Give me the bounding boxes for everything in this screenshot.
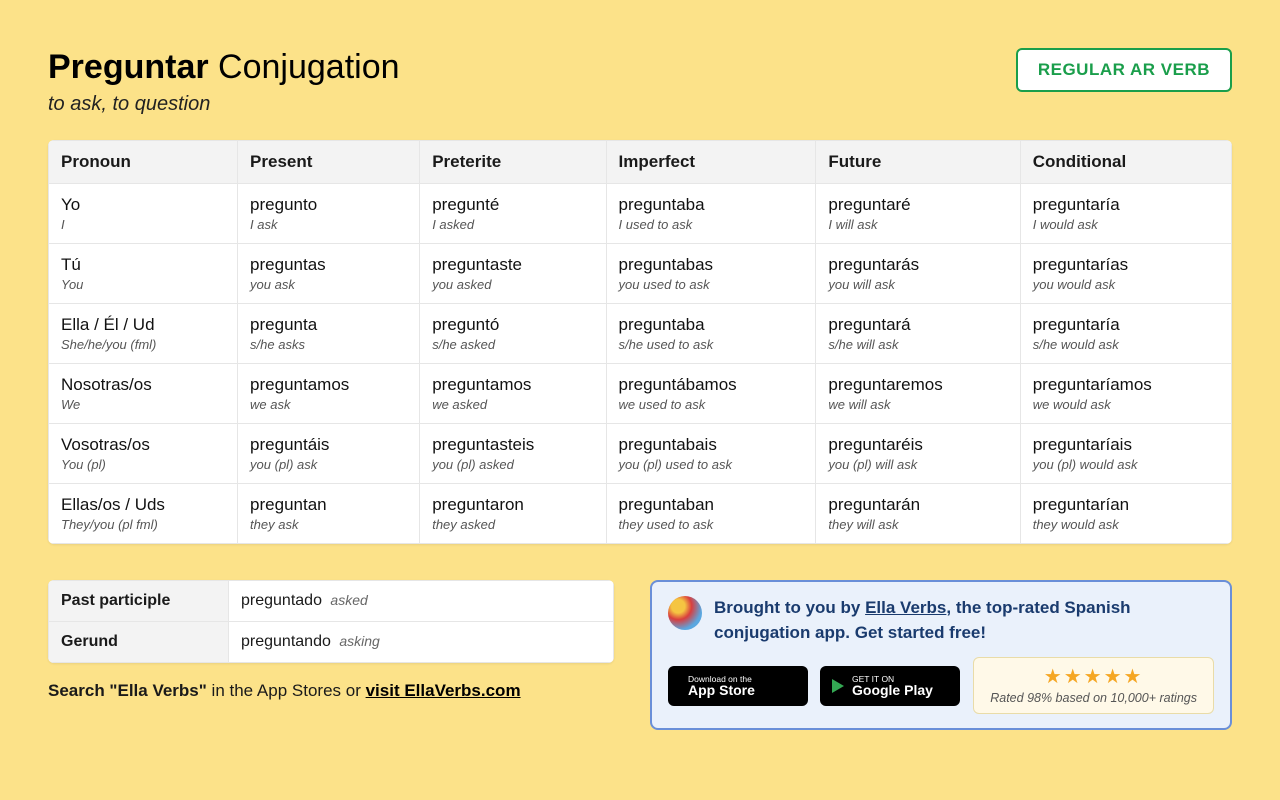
verb-name: Preguntar	[48, 48, 209, 86]
column-header: Imperfect	[606, 141, 816, 184]
table-row: Gerund preguntando asking	[49, 622, 614, 663]
conjugation-cell: preguntábamoswe used to ask	[606, 364, 816, 424]
play-icon	[832, 679, 844, 693]
past-participle-value: preguntado asked	[229, 581, 614, 622]
search-note: Search "Ella Verbs" in the App Stores or…	[48, 681, 614, 701]
conjugation-cell: preguntaríaisyou (pl) would ask	[1020, 424, 1231, 484]
conjugation-cell: preguntaránthey will ask	[816, 484, 1020, 544]
table-row: Vosotras/osYou (pl)preguntáisyou (pl) as…	[49, 424, 1232, 484]
promo-text: Brought to you by Ella Verbs, the top-ra…	[714, 596, 1214, 645]
column-header: Preterite	[420, 141, 606, 184]
conjugation-cell: preguntaronthey asked	[420, 484, 606, 544]
table-row: Ellas/os / UdsThey/you (pl fml)preguntan…	[49, 484, 1232, 544]
conjugation-cell: preguntasteisyou (pl) asked	[420, 424, 606, 484]
left-column: Past participle preguntado asked Gerund …	[48, 580, 614, 701]
conjugation-cell: preguntabaisyou (pl) used to ask	[606, 424, 816, 484]
conjugation-cell: preguntanthey ask	[238, 484, 420, 544]
google-play-button[interactable]: GET IT ONGoogle Play	[820, 666, 960, 706]
app-logo-icon	[668, 596, 702, 630]
table-row: Ella / Él / UdShe/he/you (fml)preguntas/…	[49, 304, 1232, 364]
column-header: Present	[238, 141, 420, 184]
conjugation-cell: preguntamoswe asked	[420, 364, 606, 424]
ella-verbs-link[interactable]: Ella Verbs	[865, 598, 946, 617]
gerund-label: Gerund	[49, 622, 229, 663]
conjugation-cell: preguntabasyou used to ask	[606, 244, 816, 304]
conjugation-cell: preguntáisyou (pl) ask	[238, 424, 420, 484]
app-store-button[interactable]: Download on theApp Store	[668, 666, 808, 706]
table-row: TúYoupreguntasyou askpreguntasteyou aske…	[49, 244, 1232, 304]
star-icons: ★★★★★	[990, 664, 1197, 689]
conjugation-cell: Ellas/os / UdsThey/you (pl fml)	[49, 484, 238, 544]
rating-text: Rated 98% based on 10,000+ ratings	[990, 691, 1197, 705]
conjugation-cell: preguntaremoswe will ask	[816, 364, 1020, 424]
past-participle-label: Past participle	[49, 581, 229, 622]
search-rest: in the App Stores or	[207, 681, 366, 700]
column-header: Pronoun	[49, 141, 238, 184]
conjugation-cell: preguntarías/he would ask	[1020, 304, 1231, 364]
page-header: Preguntar Conjugation to ask, to questio…	[48, 48, 1232, 116]
title-block: Preguntar Conjugation to ask, to questio…	[48, 48, 400, 116]
table-row: YoIpreguntoI askpreguntéI askedpreguntab…	[49, 184, 1232, 244]
conjugation-cell: preguntaréisyou (pl) will ask	[816, 424, 1020, 484]
column-header: Conditional	[1020, 141, 1231, 184]
conjugation-cell: preguntasyou ask	[238, 244, 420, 304]
conjugation-cell: Nosotras/osWe	[49, 364, 238, 424]
promo-box: Brought to you by Ella Verbs, the top-ra…	[650, 580, 1232, 730]
conjugation-cell: preguntabas/he used to ask	[606, 304, 816, 364]
table-row: Nosotras/osWepreguntamoswe askpreguntamo…	[49, 364, 1232, 424]
conjugation-cell: YoI	[49, 184, 238, 244]
conjugation-cell: Vosotras/osYou (pl)	[49, 424, 238, 484]
conjugation-table: PronounPresentPreteriteImperfectFutureCo…	[48, 140, 1232, 544]
conjugation-cell: preguntarás/he will ask	[816, 304, 1020, 364]
conjugation-cell: preguntaríanthey would ask	[1020, 484, 1231, 544]
verb-type-badge: REGULAR AR VERB	[1016, 48, 1232, 92]
conjugation-cell: preguntéI asked	[420, 184, 606, 244]
conjugation-cell: preguntasteyou asked	[420, 244, 606, 304]
conjugation-cell: preguntaréI will ask	[816, 184, 1020, 244]
visit-link[interactable]: visit EllaVerbs.com	[366, 681, 521, 700]
promo-top: Brought to you by Ella Verbs, the top-ra…	[668, 596, 1214, 645]
verb-translation: to ask, to question	[48, 93, 400, 116]
page-title: Preguntar Conjugation	[48, 48, 400, 87]
conjugation-cell: preguntós/he asked	[420, 304, 606, 364]
conjugation-cell: preguntarásyou will ask	[816, 244, 1020, 304]
search-bold: Search "Ella Verbs"	[48, 681, 207, 700]
conjugation-cell: preguntaríasyou would ask	[1020, 244, 1231, 304]
bottom-section: Past participle preguntado asked Gerund …	[48, 580, 1232, 730]
conjugation-cell: preguntamoswe ask	[238, 364, 420, 424]
conjugation-cell: preguntaríaI would ask	[1020, 184, 1231, 244]
conjugation-cell: preguntas/he asks	[238, 304, 420, 364]
conjugation-cell: TúYou	[49, 244, 238, 304]
promo-buttons: Download on theApp Store GET IT ONGoogle…	[668, 657, 1214, 714]
conjugation-cell: preguntoI ask	[238, 184, 420, 244]
column-header: Future	[816, 141, 1020, 184]
table-row: Past participle preguntado asked	[49, 581, 614, 622]
title-suffix: Conjugation	[209, 48, 400, 86]
conjugation-cell: Ella / Él / UdShe/he/you (fml)	[49, 304, 238, 364]
gerund-value: preguntando asking	[229, 622, 614, 663]
conjugation-cell: preguntabanthey used to ask	[606, 484, 816, 544]
conjugation-cell: preguntaríamoswe would ask	[1020, 364, 1231, 424]
rating-box: ★★★★★ Rated 98% based on 10,000+ ratings	[973, 657, 1214, 714]
conjugation-cell: preguntabaI used to ask	[606, 184, 816, 244]
participle-table: Past participle preguntado asked Gerund …	[48, 580, 614, 663]
